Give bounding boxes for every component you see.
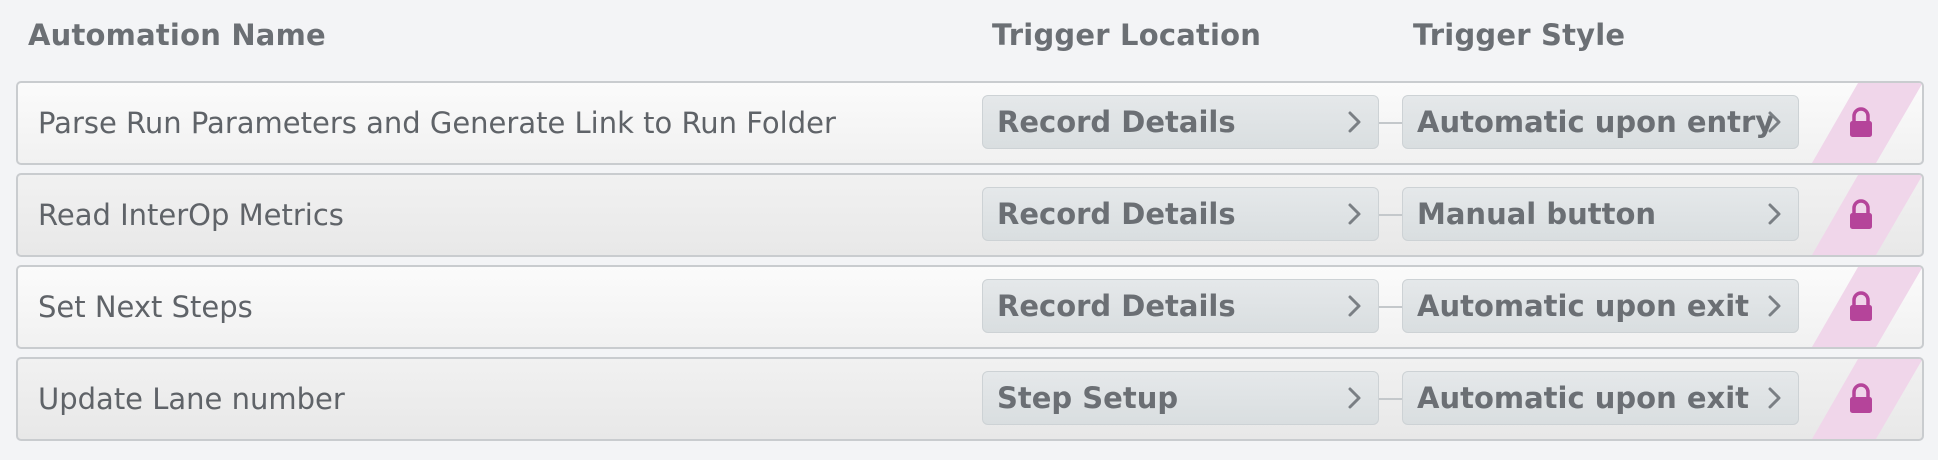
trigger-style-button[interactable]: Manual button [1402,187,1799,241]
trigger-location-button[interactable]: Record Details [982,95,1379,149]
trigger-location-button[interactable]: Record Details [982,187,1379,241]
chevron-right-icon [1348,203,1361,225]
lock-indicator[interactable] [1812,359,1922,439]
trigger-location-label: Record Details [997,197,1236,231]
lock-icon [1850,199,1872,229]
lock-icon [1850,383,1872,413]
column-header-trigger-location: Trigger Location [992,18,1262,52]
automation-name: Update Lane number [38,382,345,416]
connector-line [1379,214,1402,216]
trigger-style-label: Automatic upon entry [1417,105,1775,139]
lock-indicator[interactable] [1812,267,1922,347]
chevron-right-icon [1768,111,1781,133]
trigger-location-label: Record Details [997,105,1236,139]
trigger-style-button[interactable]: Automatic upon entry [1402,95,1799,149]
automation-row[interactable]: Read InterOp Metrics Record Details Manu… [16,173,1924,257]
trigger-location-label: Step Setup [997,381,1179,415]
chevron-right-icon [1348,387,1361,409]
connector-line [1379,398,1402,400]
automation-name: Set Next Steps [38,290,253,324]
trigger-style-label: Manual button [1417,197,1657,231]
automation-name: Parse Run Parameters and Generate Link t… [38,106,836,140]
trigger-style-label: Automatic upon exit [1417,381,1749,415]
automation-list: Parse Run Parameters and Generate Link t… [16,81,1924,449]
lock-indicator[interactable] [1812,175,1922,255]
lock-icon [1850,291,1872,321]
chevron-right-icon [1348,111,1361,133]
automation-name: Read InterOp Metrics [38,198,344,232]
trigger-location-button[interactable]: Step Setup [982,371,1379,425]
connector-line [1379,306,1402,308]
trigger-location-label: Record Details [997,289,1236,323]
chevron-right-icon [1768,295,1781,317]
automation-row[interactable]: Update Lane number Step Setup Automatic … [16,357,1924,441]
chevron-right-icon [1768,203,1781,225]
chevron-right-icon [1348,295,1361,317]
lock-icon [1850,107,1872,137]
table-header: Automation Name Trigger Location Trigger… [0,18,1938,58]
trigger-style-label: Automatic upon exit [1417,289,1749,323]
connector-line [1379,122,1402,124]
column-header-automation-name: Automation Name [28,18,326,52]
column-header-trigger-style: Trigger Style [1413,18,1626,52]
trigger-location-button[interactable]: Record Details [982,279,1379,333]
chevron-right-icon [1768,387,1781,409]
trigger-style-button[interactable]: Automatic upon exit [1402,371,1799,425]
trigger-style-button[interactable]: Automatic upon exit [1402,279,1799,333]
automation-row[interactable]: Set Next Steps Record Details Automatic … [16,265,1924,349]
automation-row[interactable]: Parse Run Parameters and Generate Link t… [16,81,1924,165]
lock-indicator[interactable] [1812,83,1922,163]
